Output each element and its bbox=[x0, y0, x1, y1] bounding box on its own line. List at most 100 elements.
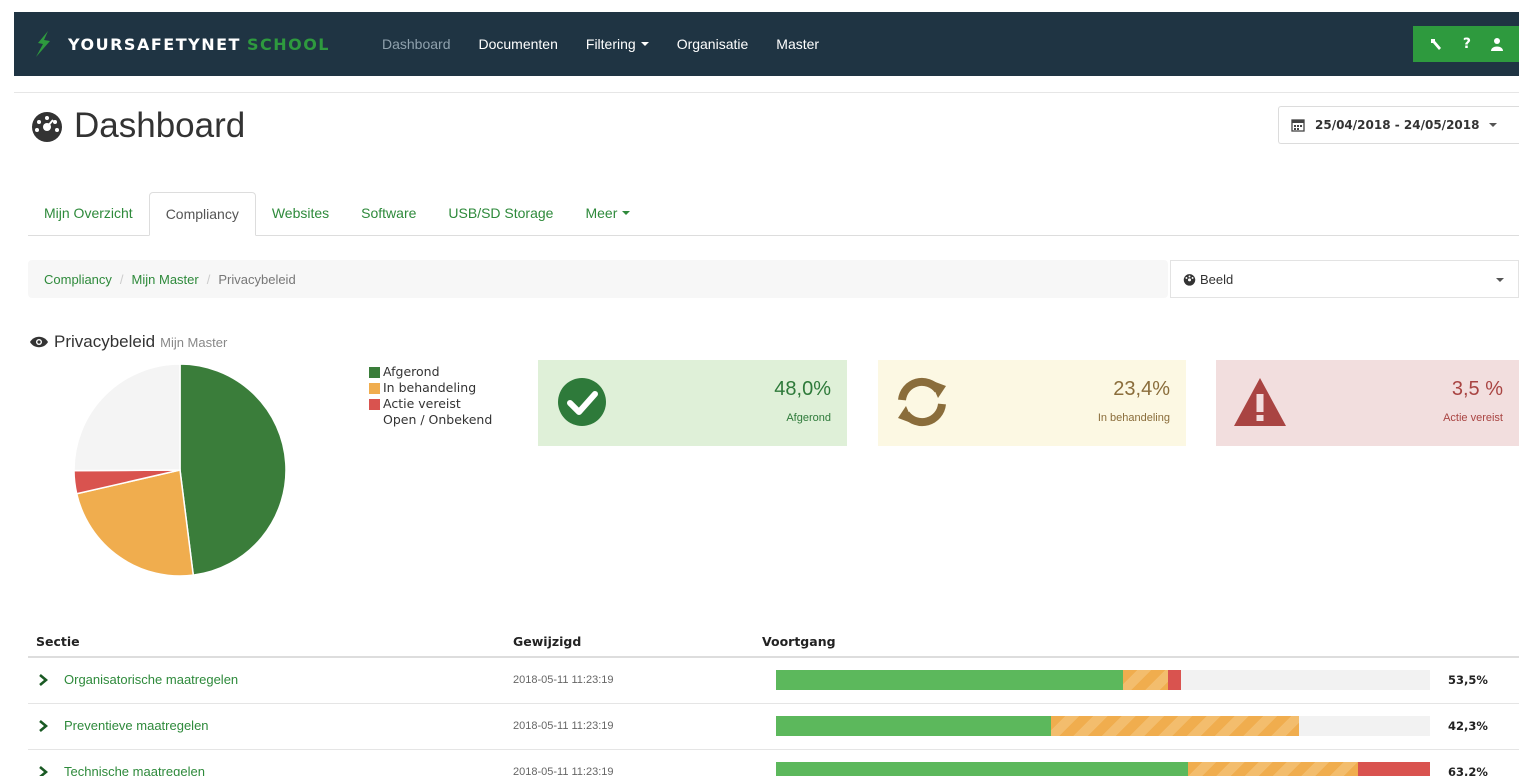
nav-documenten[interactable]: Documenten bbox=[479, 36, 558, 52]
section-link[interactable]: Organisatorische maatregelen bbox=[38, 672, 238, 687]
progress-segment-in-progress bbox=[1188, 762, 1359, 776]
legend-item-afgerond: Afgerond bbox=[369, 364, 492, 380]
nav-dashboard-label: Dashboard bbox=[382, 36, 451, 52]
stat-value: 23,4% bbox=[1113, 378, 1170, 400]
nav-master[interactable]: Master bbox=[776, 36, 819, 52]
table-row[interactable]: Preventieve maatregelen 2018-05-11 11:23… bbox=[28, 704, 1519, 750]
view-select[interactable]: Beeld bbox=[1170, 260, 1519, 298]
progress-bar bbox=[776, 670, 1430, 690]
table-row[interactable]: Technische maatregelen 2018-05-11 11:23:… bbox=[28, 750, 1519, 776]
legend-label: Open / Onbekend bbox=[383, 412, 493, 427]
legend-item-open-onbekend: Open / Onbekend bbox=[369, 412, 492, 428]
stat-card-actie-vereist: 3,5 % Actie vereist bbox=[1216, 360, 1519, 446]
header-gewijzigd: Gewijzigd bbox=[513, 634, 582, 649]
main-nav: Dashboard Documenten Filtering Organisat… bbox=[382, 36, 847, 52]
brand-name-secondary: SCHOOL bbox=[246, 34, 330, 54]
refresh-icon bbox=[898, 377, 946, 427]
window-frame bbox=[0, 0, 1519, 12]
wrench-icon[interactable] bbox=[1429, 37, 1443, 51]
nav-organisatie-label: Organisatie bbox=[676, 36, 749, 52]
calendar-icon bbox=[1291, 119, 1305, 132]
progress-segment-action bbox=[1168, 670, 1182, 690]
caret-down-icon bbox=[640, 42, 649, 46]
legend-swatch bbox=[369, 414, 380, 426]
section-name: Technische maatregelen bbox=[64, 764, 205, 776]
modified-date: 2018-05-11 11:23:19 bbox=[513, 674, 614, 686]
stat-value: 48,0% bbox=[774, 378, 831, 400]
table-row[interactable]: Organisatorische maatregelen 2018-05-11 … bbox=[28, 658, 1519, 704]
progress-segment-done bbox=[776, 670, 1123, 690]
check-circle-icon bbox=[558, 378, 606, 426]
chevron-right-icon bbox=[39, 719, 48, 732]
view-select-label: Beeld bbox=[1200, 271, 1234, 287]
dashboard-tabs: Mijn Overzicht Compliancy Websites Softw… bbox=[28, 192, 1519, 236]
section-heading: Privacybeleid Mijn Master bbox=[30, 332, 227, 352]
status-pie-chart bbox=[73, 363, 287, 577]
tab-mijn-overzicht[interactable]: Mijn Overzicht bbox=[28, 191, 149, 235]
date-range-picker[interactable]: 25/04/2018 - 24/05/2018 bbox=[1278, 106, 1519, 144]
stat-label: Actie vereist bbox=[1443, 412, 1503, 424]
tab-label: Software bbox=[361, 205, 417, 221]
table-header: Sectie Gewijzigd Voortgang bbox=[28, 624, 1519, 658]
header-divider bbox=[14, 92, 1519, 93]
caret-down-icon bbox=[1496, 278, 1504, 282]
brand-logo[interactable]: YOURSAFETYNET SCHOOL bbox=[34, 31, 374, 57]
modified-date: 2018-05-11 11:23:19 bbox=[513, 766, 614, 776]
progress-segment-done bbox=[776, 762, 1189, 776]
stat-card-in-behandeling: 23,4% In behandeling bbox=[878, 360, 1186, 446]
legend-label: Afgerond bbox=[383, 364, 440, 379]
tab-compliancy[interactable]: Compliancy bbox=[148, 192, 256, 236]
user-icon[interactable] bbox=[1491, 37, 1503, 51]
tab-usb-sd-storage[interactable]: USB/SD Storage bbox=[432, 191, 569, 235]
header-sectie: Sectie bbox=[36, 634, 80, 649]
nav-actions: ? bbox=[1413, 26, 1519, 62]
eye-icon bbox=[30, 336, 48, 348]
chart-legend: Afgerond In behandeling Actie vereist Op… bbox=[369, 364, 492, 428]
header-voortgang: Voortgang bbox=[762, 634, 836, 649]
tab-websites[interactable]: Websites bbox=[256, 191, 345, 235]
legend-label: In behandeling bbox=[383, 380, 477, 395]
top-navbar: YOURSAFETYNET SCHOOL Dashboard Documente… bbox=[14, 12, 1519, 76]
stat-label: Afgerond bbox=[786, 412, 831, 424]
stat-value: 3,5 % bbox=[1451, 378, 1503, 400]
modified-date: 2018-05-11 11:23:19 bbox=[513, 720, 614, 732]
legend-label: Actie vereist bbox=[383, 396, 461, 411]
page-title: Dashboard bbox=[30, 106, 245, 146]
progress-percent: 42,3% bbox=[1448, 719, 1488, 733]
progress-bar bbox=[776, 716, 1430, 736]
nav-master-label: Master bbox=[776, 36, 820, 52]
brand-name-primary: YOURSAFETYNET bbox=[68, 34, 241, 54]
progress-segment-in-progress bbox=[1122, 670, 1169, 690]
progress-percent: 63,2% bbox=[1448, 765, 1488, 776]
section-title: Privacybeleid bbox=[54, 332, 156, 351]
progress-bar bbox=[776, 762, 1430, 776]
breadcrumb-compliancy[interactable]: Compliancy bbox=[44, 272, 112, 287]
caret-down-icon bbox=[622, 211, 631, 215]
breadcrumb-mijn-master[interactable]: Mijn Master bbox=[132, 272, 199, 287]
tab-software[interactable]: Software bbox=[345, 191, 432, 235]
section-link[interactable]: Technische maatregelen bbox=[38, 764, 205, 776]
help-icon[interactable]: ? bbox=[1463, 36, 1471, 52]
warning-icon bbox=[1234, 378, 1286, 426]
tab-meer[interactable]: Meer bbox=[569, 191, 646, 235]
section-link[interactable]: Preventieve maatregelen bbox=[38, 718, 209, 733]
breadcrumb-separator: / bbox=[119, 271, 124, 287]
progress-segment-in-progress bbox=[1050, 716, 1300, 736]
section-name: Preventieve maatregelen bbox=[64, 718, 209, 733]
nav-organisatie[interactable]: Organisatie bbox=[677, 36, 749, 52]
tab-label: USB/SD Storage bbox=[448, 205, 554, 221]
nav-dashboard[interactable]: Dashboard bbox=[382, 36, 451, 52]
dashboard-icon bbox=[1183, 273, 1196, 286]
section-name: Organisatorische maatregelen bbox=[64, 672, 239, 687]
pie-slice-open-onbekend bbox=[73, 363, 181, 472]
caret-down-icon bbox=[1489, 123, 1498, 127]
sections-table: Sectie Gewijzigd Voortgang Organisatoris… bbox=[28, 624, 1519, 776]
breadcrumb-separator: / bbox=[206, 271, 211, 287]
stat-card-afgerond: 48,0% Afgerond bbox=[538, 360, 847, 446]
nav-filtering[interactable]: Filtering bbox=[586, 36, 649, 52]
progress-percent: 53,5% bbox=[1448, 673, 1488, 687]
page-title-text: Dashboard bbox=[74, 106, 246, 145]
tab-label: Meer bbox=[585, 205, 618, 221]
chevron-right-icon bbox=[39, 673, 48, 686]
tab-label: Mijn Overzicht bbox=[44, 205, 133, 221]
